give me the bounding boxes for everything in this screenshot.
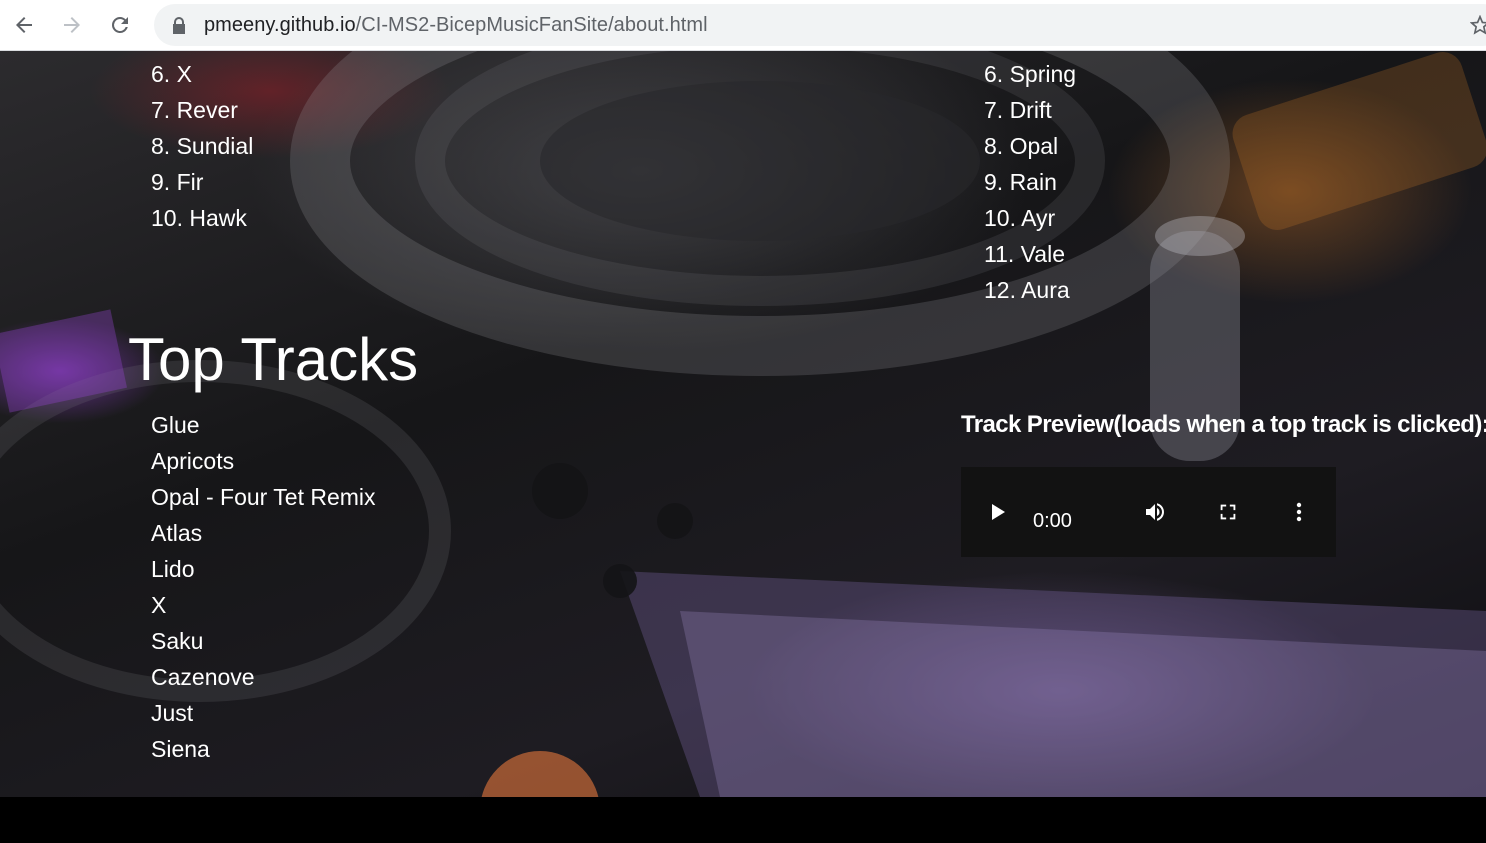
album-two-track: 7. Drift: [984, 97, 1052, 123]
album-one-track: 6. X: [151, 61, 192, 87]
album-one-track: 10. Hawk: [151, 205, 247, 231]
url-text[interactable]: pmeeny.github.io/CI-MS2-BicepMusicFanSit…: [204, 14, 708, 37]
top-tracks-heading: Top Tracks: [128, 326, 419, 393]
track-preview-label: Track Preview(loads when a top track is …: [961, 411, 1486, 438]
url-host: pmeeny.github.io: [204, 14, 356, 36]
playback-time: 0:00: [1033, 510, 1072, 532]
album-one-track: 8. Sundial: [151, 133, 254, 159]
audio-player[interactable]: 0:00: [961, 467, 1336, 557]
top-track-link[interactable]: Just: [151, 699, 193, 727]
more-options-icon[interactable]: [1292, 500, 1306, 529]
album-one-track: 9. Fir: [151, 169, 204, 195]
top-track-link[interactable]: Lido: [151, 555, 194, 583]
top-track-link[interactable]: Apricots: [151, 447, 234, 475]
top-track-link[interactable]: Atlas: [151, 519, 202, 547]
top-track-link[interactable]: Glue: [151, 411, 200, 439]
lock-icon[interactable]: [172, 17, 186, 39]
album-two-track: 10. Ayr: [984, 205, 1056, 231]
page-footer-band: [0, 797, 1486, 843]
fullscreen-icon[interactable]: [1217, 500, 1239, 529]
top-track-link[interactable]: Saku: [151, 627, 203, 655]
top-track-link[interactable]: Cazenove: [151, 663, 255, 691]
address-bar[interactable]: pmeeny.github.io/CI-MS2-BicepMusicFanSit…: [154, 4, 1486, 46]
top-track-link[interactable]: X: [151, 591, 166, 619]
volume-icon[interactable]: [1142, 500, 1168, 529]
back-icon[interactable]: [9, 10, 39, 40]
album-two-track: 8. Opal: [984, 133, 1059, 159]
album-two-track: 9. Rain: [984, 169, 1057, 195]
url-path: /CI-MS2-BicepMusicFanSite/about.html: [355, 14, 708, 36]
album-two-track: 12. Aura: [984, 277, 1070, 303]
browser-toolbar: pmeeny.github.io/CI-MS2-BicepMusicFanSit…: [0, 0, 1486, 51]
forward-icon[interactable]: [57, 10, 87, 40]
album-two-track: 11. Vale: [984, 241, 1065, 267]
album-one-track: 7. Rever: [151, 97, 238, 123]
album-two-track: 6. Spring: [984, 61, 1077, 87]
reload-icon[interactable]: [105, 10, 135, 40]
top-track-link[interactable]: Siena: [151, 735, 210, 763]
page-content: 6. X 7. Rever 8. Sundial 9. Fir 10. Hawk…: [0, 51, 1486, 797]
bookmark-star-icon[interactable]: [1469, 14, 1486, 40]
top-track-link[interactable]: Opal - Four Tet Remix: [151, 483, 376, 511]
play-icon[interactable]: [987, 500, 1009, 529]
